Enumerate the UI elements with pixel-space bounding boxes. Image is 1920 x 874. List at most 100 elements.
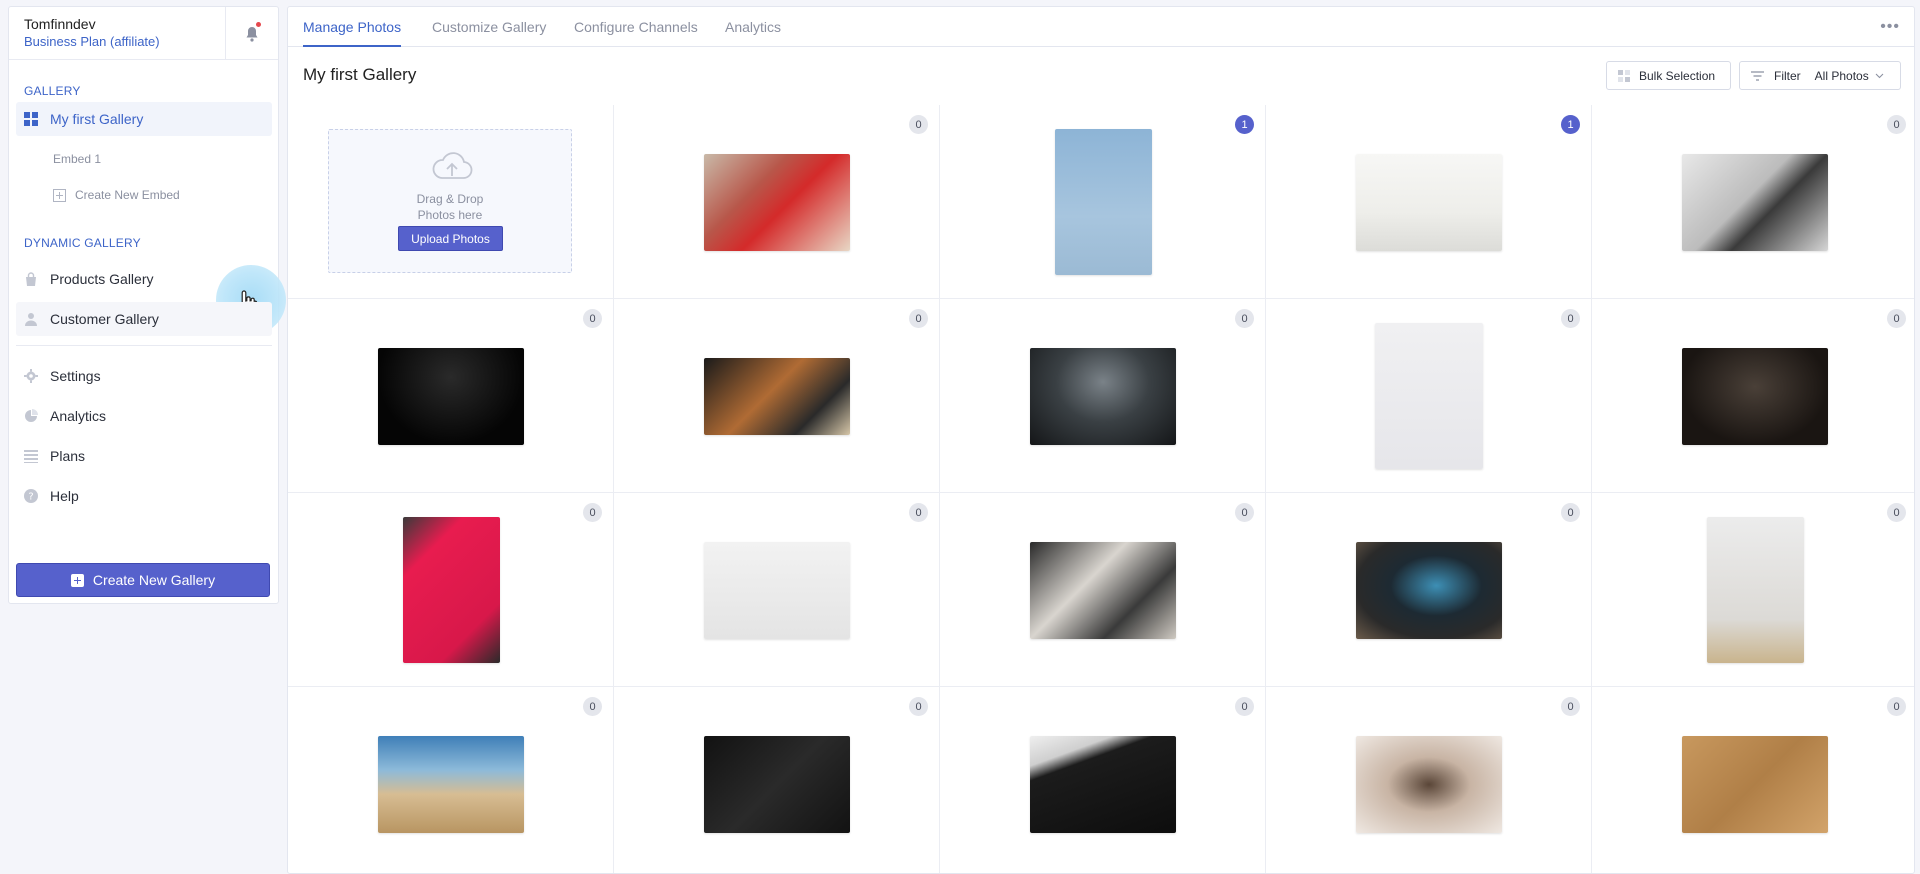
photo-cell[interactable]: 0 <box>1266 299 1592 493</box>
photo-count-badge: 0 <box>1235 697 1254 716</box>
sidebar-item-plans[interactable]: Plans <box>16 439 272 473</box>
photo-cell[interactable]: 0 <box>614 493 940 687</box>
upload-dropzone[interactable]: Drag & Drop Photos here Upload Photos <box>328 129 572 273</box>
upload-hint-line2: Photos here <box>417 208 483 222</box>
photo-count-badge: 0 <box>1887 503 1906 522</box>
list-icon <box>24 450 38 463</box>
photo-cell[interactable]: 0 <box>614 687 940 873</box>
cloud-upload-icon <box>432 152 473 179</box>
sidebar-item-analytics[interactable]: Analytics <box>16 399 272 433</box>
sidebar-item-label: Customer Gallery <box>50 311 159 327</box>
photo-cell[interactable]: 0 <box>1266 493 1592 687</box>
photo-thumbnail-converse[interactable] <box>1682 736 1828 833</box>
page-title: My first Gallery <box>303 65 417 84</box>
photo-cell[interactable]: 0 <box>940 299 1266 493</box>
photo-count-badge: 0 <box>1561 697 1580 716</box>
sidebar-item-customer-gallery[interactable]: Customer Gallery <box>16 302 272 336</box>
photo-cell[interactable]: 1 <box>1266 105 1592 299</box>
photo-thumbnail-beach-sunglasses[interactable] <box>378 736 524 833</box>
notifications-button[interactable] <box>225 7 278 60</box>
bell-icon <box>246 26 258 42</box>
photo-thumbnail-donut-cups[interactable] <box>704 154 850 251</box>
gallery-section-title: GALLERY <box>24 84 81 98</box>
active-tab-indicator <box>303 45 401 47</box>
user-icon <box>25 313 37 326</box>
tab-manage-photos[interactable]: Manage Photos <box>303 19 401 35</box>
photo-cell[interactable]: 0 <box>1592 105 1914 299</box>
plus-square-icon <box>53 188 66 202</box>
sidebar-item-label: Analytics <box>50 408 107 424</box>
filter-label: Filter <box>1774 68 1801 83</box>
create-new-gallery-button[interactable]: Create New Gallery <box>16 563 270 597</box>
more-options-icon[interactable]: ••• <box>1880 18 1900 36</box>
photo-thumbnail-smartwatch[interactable] <box>1030 348 1176 445</box>
photo-cell[interactable]: 0 <box>614 105 940 299</box>
photo-count-badge: 0 <box>1235 309 1254 328</box>
grid-icon <box>24 112 38 126</box>
upload-cell: Drag & Drop Photos here Upload Photos <box>288 105 614 299</box>
photo-thumbnail-backpack[interactable] <box>1030 542 1176 639</box>
bulk-selection-button[interactable]: Bulk Selection <box>1606 61 1731 90</box>
photo-cell[interactable]: 0 <box>288 687 614 873</box>
photo-cell[interactable]: 0 <box>614 299 940 493</box>
photo-thumbnail-watch-stack[interactable] <box>704 358 850 435</box>
notification-dot <box>256 22 261 27</box>
photo-cell[interactable]: 0 <box>288 299 614 493</box>
tab-customize-gallery[interactable]: Customize Gallery <box>432 19 546 35</box>
photo-thumbnail-sneaker-white[interactable] <box>704 542 850 639</box>
photo-cell[interactable]: 0 <box>1592 687 1914 873</box>
upload-hint-line1: Drag & Drop <box>416 192 484 206</box>
help-icon: ? <box>24 489 38 503</box>
photo-count-badge: 1 <box>1561 115 1580 134</box>
main-panel: Manage Photos Customize Gallery Configur… <box>287 6 1915 874</box>
create-embed-link[interactable]: Create New Embed <box>53 188 180 202</box>
photo-cell[interactable]: 1 <box>940 105 1266 299</box>
photo-count-badge: 0 <box>583 309 602 328</box>
photo-thumbnail-wristwatch[interactable] <box>1356 542 1502 639</box>
photo-thumbnail-desk-flatlay[interactable] <box>704 736 850 833</box>
photo-thumbnail-earphones-keyboard[interactable] <box>1030 736 1176 833</box>
photo-thumbnail-earbuds[interactable] <box>1375 323 1483 469</box>
filter-icon <box>1751 70 1764 81</box>
bag-icon <box>26 272 36 286</box>
photo-count-badge: 0 <box>583 503 602 522</box>
photo-thumbnail-plant[interactable] <box>1356 154 1502 251</box>
pie-chart-icon <box>25 409 38 422</box>
sidebar-item-embed-1[interactable]: Embed 1 <box>53 152 101 166</box>
photo-count-badge: 0 <box>909 503 928 522</box>
gear-icon <box>24 369 38 383</box>
tab-analytics[interactable]: Analytics <box>725 19 781 35</box>
sidebar: Tomfinndev Business Plan (affiliate) GAL… <box>8 6 286 604</box>
sidebar-item-label: Plans <box>50 448 86 464</box>
photo-thumbnail-headphones-bed[interactable] <box>1682 154 1828 251</box>
plus-icon <box>70 573 84 587</box>
photo-thumbnail-red-phone[interactable] <box>403 517 500 663</box>
sidebar-item-my-first-gallery[interactable]: My first Gallery <box>16 102 272 136</box>
sidebar-item-settings[interactable]: Settings <box>16 359 272 393</box>
account-plan[interactable]: Business Plan (affiliate) <box>24 34 160 49</box>
bulk-selection-label: Bulk Selection <box>1639 68 1716 83</box>
photo-thumbnail-sneaker-dark[interactable] <box>1682 348 1828 445</box>
sidebar-divider <box>16 345 272 346</box>
create-new-gallery-label: Create New Gallery <box>92 572 216 588</box>
photo-count-badge: 0 <box>1887 309 1906 328</box>
photo-thumbnail-headphones-hand[interactable] <box>1356 736 1502 833</box>
sidebar-item-help[interactable]: ? Help <box>16 479 272 513</box>
photo-cell[interactable]: 0 <box>1592 299 1914 493</box>
upload-photos-button[interactable]: Upload Photos <box>398 226 503 251</box>
photo-count-badge: 0 <box>1887 115 1906 134</box>
photo-thumbnail-game-controller[interactable] <box>378 348 524 445</box>
photo-cell[interactable]: 0 <box>940 687 1266 873</box>
tab-configure-channels[interactable]: Configure Channels <box>574 19 698 35</box>
photo-count-badge: 0 <box>909 115 928 134</box>
photo-count-badge: 0 <box>583 697 602 716</box>
photo-count-badge: 1 <box>1235 115 1254 134</box>
photo-cell[interactable]: 0 <box>1266 687 1592 873</box>
filter-dropdown[interactable]: Filter All Photos <box>1739 61 1901 90</box>
photo-cell[interactable]: 0 <box>288 493 614 687</box>
bulk-select-icon <box>1618 69 1630 82</box>
photo-thumbnail-product-box[interactable] <box>1707 517 1804 663</box>
photo-cell[interactable]: 0 <box>1592 493 1914 687</box>
photo-thumbnail-stool[interactable] <box>1055 129 1152 275</box>
photo-cell[interactable]: 0 <box>940 493 1266 687</box>
